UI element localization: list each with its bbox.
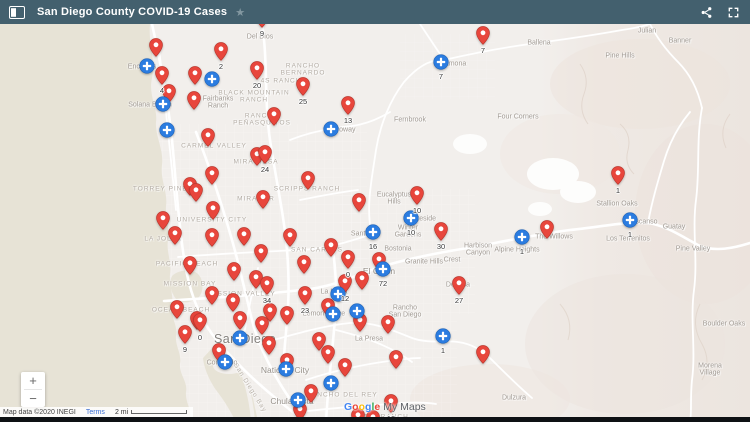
red-case-pin[interactable] [355, 271, 369, 290]
red-case-pin[interactable] [254, 244, 268, 263]
red-case-pin[interactable] [189, 183, 203, 202]
red-case-pin[interactable] [206, 201, 220, 220]
red-case-pin[interactable] [389, 350, 403, 369]
red-case-pin[interactable] [155, 66, 169, 85]
red-case-pin[interactable] [260, 276, 274, 295]
blue-medical-marker[interactable] [323, 121, 339, 137]
zoom-out-button[interactable]: − [21, 390, 45, 407]
red-case-pin[interactable] [341, 250, 355, 269]
red-case-pin[interactable] [611, 166, 625, 185]
red-case-pin[interactable] [452, 276, 466, 295]
red-case-pin[interactable] [298, 286, 312, 305]
blue-medical-marker[interactable] [365, 224, 381, 240]
blue-medical-marker[interactable] [330, 286, 346, 302]
blue-medical-marker[interactable] [232, 330, 248, 346]
red-case-pin[interactable] [352, 193, 366, 212]
blue-medical-marker[interactable] [278, 361, 294, 377]
red-case-pin[interactable] [205, 228, 219, 247]
red-case-pin[interactable] [214, 42, 228, 61]
red-case-pin[interactable] [476, 345, 490, 364]
red-case-pin[interactable] [262, 336, 276, 355]
red-case-pin[interactable] [296, 77, 310, 96]
blue-medical-marker[interactable] [159, 122, 175, 138]
red-case-pin[interactable] [149, 38, 163, 57]
blue-medical-marker[interactable] [139, 58, 155, 74]
blue-medical-marker[interactable] [290, 392, 306, 408]
red-case-pin[interactable] [205, 166, 219, 185]
blue-medical-marker[interactable] [325, 306, 341, 322]
red-case-pin[interactable] [170, 300, 184, 319]
blue-medical-marker[interactable] [514, 229, 530, 245]
scale-bar: 2 mi [115, 409, 187, 416]
red-case-pin[interactable] [256, 190, 270, 209]
red-case-pin[interactable] [341, 96, 355, 115]
blue-medical-marker[interactable] [155, 96, 171, 112]
zoom-control: + − [21, 372, 45, 407]
red-case-pin[interactable] [226, 293, 240, 312]
red-case-pin[interactable] [193, 313, 207, 332]
red-case-pin[interactable] [381, 315, 395, 334]
terms-link[interactable]: Terms [86, 409, 105, 416]
share-icon[interactable] [700, 6, 713, 19]
red-case-pin[interactable] [297, 255, 311, 274]
side-panel-toggle-icon[interactable] [9, 6, 25, 19]
red-case-pin[interactable] [178, 325, 192, 344]
red-case-pin[interactable] [476, 26, 490, 45]
star-icon[interactable]: ★ [235, 6, 245, 19]
red-case-pin[interactable] [205, 286, 219, 305]
blue-medical-marker[interactable] [622, 212, 638, 228]
red-case-pin[interactable] [237, 227, 251, 246]
red-case-pin[interactable] [434, 222, 448, 241]
red-case-pin[interactable] [280, 306, 294, 325]
red-case-pin[interactable] [324, 238, 338, 257]
fullscreen-icon[interactable] [727, 6, 740, 19]
bottom-black-strip [0, 417, 750, 422]
zoom-in-button[interactable]: + [21, 372, 45, 389]
blue-medical-marker[interactable] [217, 354, 233, 370]
red-case-pin[interactable] [233, 311, 247, 330]
red-case-pin[interactable] [540, 220, 554, 239]
blue-medical-marker[interactable] [349, 303, 365, 319]
blue-medical-marker[interactable] [435, 328, 451, 344]
red-case-pin[interactable] [283, 228, 297, 247]
red-case-pin[interactable] [188, 66, 202, 85]
red-case-pin[interactable] [183, 256, 197, 275]
app-window: Del DiosBallenaJulianBannerPine HillsFou… [0, 0, 750, 422]
scale-label: 2 mi [115, 409, 128, 416]
map-canvas[interactable]: Del DiosBallenaJulianBannerPine HillsFou… [0, 24, 750, 417]
red-case-pin[interactable] [321, 345, 335, 364]
red-case-pin[interactable] [338, 358, 352, 377]
blue-medical-marker[interactable] [403, 210, 419, 226]
red-case-pin[interactable] [255, 316, 269, 335]
red-case-pin[interactable] [384, 394, 398, 413]
blue-medical-marker[interactable] [433, 54, 449, 70]
red-case-pin[interactable] [168, 226, 182, 245]
red-case-pin[interactable] [301, 171, 315, 190]
red-case-pin[interactable] [201, 128, 215, 147]
red-case-pin[interactable] [258, 145, 272, 164]
map-title: San Diego County COVID-19 Cases [37, 6, 227, 18]
red-case-pin[interactable] [410, 186, 424, 205]
red-case-pin[interactable] [227, 262, 241, 281]
attribution-bar: Map data ©2020 INEGI Terms 2 mi [0, 407, 193, 417]
blue-medical-marker[interactable] [375, 261, 391, 277]
scale-line [131, 410, 187, 414]
red-case-pin[interactable] [267, 107, 281, 126]
blue-medical-marker[interactable] [323, 375, 339, 391]
red-case-pin[interactable] [187, 91, 201, 110]
header-bar: San Diego County COVID-19 Cases ★ [0, 0, 750, 24]
red-case-pin[interactable] [250, 61, 264, 80]
map-data-credit: Map data ©2020 INEGI [3, 409, 76, 416]
blue-medical-marker[interactable] [204, 71, 220, 87]
red-case-pin[interactable] [304, 384, 318, 403]
